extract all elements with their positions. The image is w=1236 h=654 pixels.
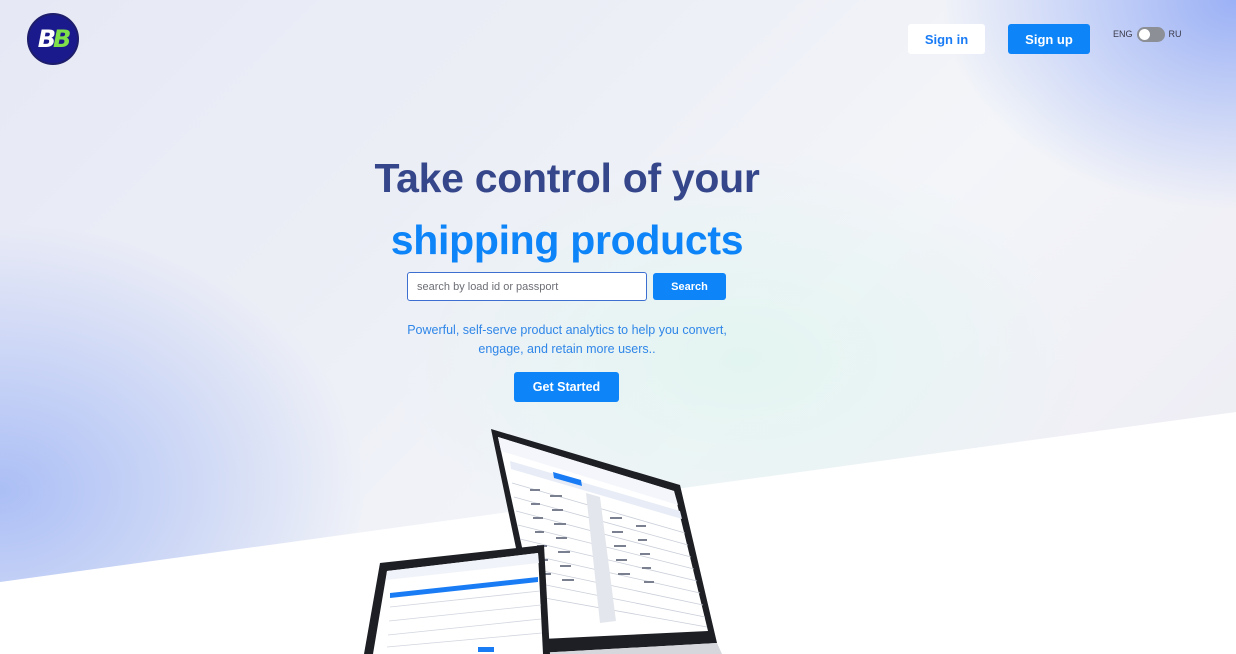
hero-subtitle: Powerful, self-serve product analytics t…	[0, 321, 1134, 359]
devices-illustration	[364, 429, 722, 654]
search-input[interactable]	[407, 272, 647, 301]
logo-mark: BB	[37, 25, 72, 53]
hero-title-line1: Take control of your	[374, 155, 760, 201]
brand-logo[interactable]: BB	[27, 13, 79, 65]
sign-up-button[interactable]: Sign up	[1008, 24, 1090, 54]
language-switch: ENG RU	[1113, 26, 1182, 42]
toggle-knob	[1138, 28, 1150, 40]
laptop-image	[364, 545, 550, 654]
search-button[interactable]: Search	[653, 273, 726, 300]
hero-subtitle-line2: engage, and retain more users..	[478, 342, 656, 356]
get-started-button[interactable]: Get Started	[514, 372, 619, 402]
sign-in-button[interactable]: Sign in	[908, 24, 985, 54]
hero-subtitle-line1: Powerful, self-serve product analytics t…	[407, 323, 727, 337]
language-option-eng[interactable]: ENG	[1113, 29, 1133, 39]
language-toggle[interactable]	[1136, 26, 1165, 42]
language-option-ru[interactable]: RU	[1169, 29, 1182, 39]
hero-title-line2: shipping products	[390, 217, 744, 263]
